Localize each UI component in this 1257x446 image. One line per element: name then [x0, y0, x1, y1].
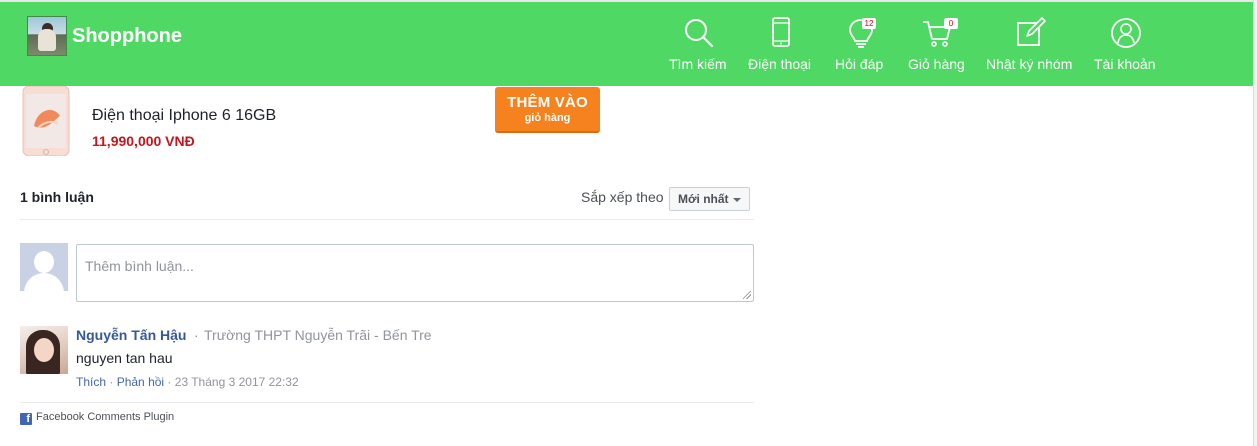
user-icon [1111, 18, 1141, 48]
nav-diary[interactable]: Nhật ký nhóm [986, 16, 1076, 76]
nav-qa[interactable]: 12 Hỏi đáp [835, 16, 887, 76]
header: Shopphone Tìm kiếm Điện thoại 12 Hỏi đáp… [0, 2, 1257, 86]
add-to-cart-sublabel: giỏ hàng [524, 112, 571, 124]
avatar [20, 243, 68, 291]
comment-text: nguyen tan hau [76, 350, 173, 366]
sort-dropdown[interactable]: Mới nhất [669, 187, 750, 211]
chevron-down-icon [733, 198, 741, 202]
reply-link[interactable]: Phản hồi [117, 375, 164, 389]
divider [20, 219, 754, 220]
comment-author-school: Trường THPT Nguyễn Trãi - Bến Tre [204, 327, 432, 343]
comment-input[interactable] [76, 244, 754, 302]
phone-icon [772, 17, 790, 47]
nav-phones-label: Điện thoại [748, 56, 812, 72]
nav-search[interactable]: Tìm kiếm [669, 16, 729, 76]
resize-handle-icon[interactable] [743, 291, 751, 299]
search-icon [685, 19, 714, 48]
logo-figure-body [38, 29, 56, 51]
avatar-head [34, 251, 54, 273]
nav-account[interactable]: Tài khoản [1094, 16, 1158, 76]
comment-author-avatar[interactable] [20, 326, 68, 374]
nav-qa-label: Hỏi đáp [835, 56, 884, 72]
comment-action-separator: · [167, 375, 172, 389]
comment-author[interactable]: Nguyễn Tấn Hậu [76, 327, 186, 343]
product-name[interactable]: Điện thoại Iphone 6 16GB [92, 107, 276, 125]
divider [20, 402, 754, 403]
brand-name[interactable]: Shopphone [72, 25, 182, 48]
comment-action-separator: · [109, 375, 114, 389]
nav-phones[interactable]: Điện thoại [748, 16, 814, 76]
add-to-cart-button[interactable]: THÊM VÀO giỏ hàng [495, 87, 600, 133]
facebook-icon: f [20, 413, 32, 425]
nav-search-label: Tìm kiếm [669, 56, 727, 72]
comment-count: 1 bình luận [20, 189, 94, 205]
like-link[interactable]: Thích [76, 375, 106, 389]
comment-actions: Thích · Phản hồi · 23 Tháng 3 2017 22:32 [76, 375, 299, 389]
scrollbar[interactable] [1253, 0, 1257, 446]
comment-date[interactable]: 23 Tháng 3 2017 22:32 [175, 375, 299, 389]
facebook-plugin-link[interactable]: f Facebook Comments Plugin [20, 411, 174, 425]
nav-cart-label: Giỏ hàng [908, 56, 965, 72]
product-price: 11,990,000 VNĐ [92, 133, 195, 149]
facebook-plugin-label: Facebook Comments Plugin [36, 411, 175, 423]
nav-cart[interactable]: 0 Giỏ hàng [908, 16, 968, 76]
edit-icon [1017, 17, 1046, 46]
sort-value: Mới nhất [678, 192, 729, 206]
comment-separator: · [194, 327, 199, 343]
avatar-face [34, 338, 54, 362]
avatar-body [24, 273, 64, 291]
nav-account-label: Tài khoản [1094, 56, 1156, 72]
cart-badge: 0 [944, 18, 958, 29]
nav-diary-label: Nhật ký nhóm [986, 56, 1073, 72]
logo-image[interactable] [27, 16, 67, 56]
qa-badge: 12 [862, 18, 876, 29]
sort-label: Sắp xếp theo [581, 189, 664, 205]
add-to-cart-label: THÊM VÀO [507, 94, 588, 111]
product-image[interactable] [20, 86, 72, 156]
page: Shopphone Tìm kiếm Điện thoại 12 Hỏi đáp… [0, 0, 1257, 446]
